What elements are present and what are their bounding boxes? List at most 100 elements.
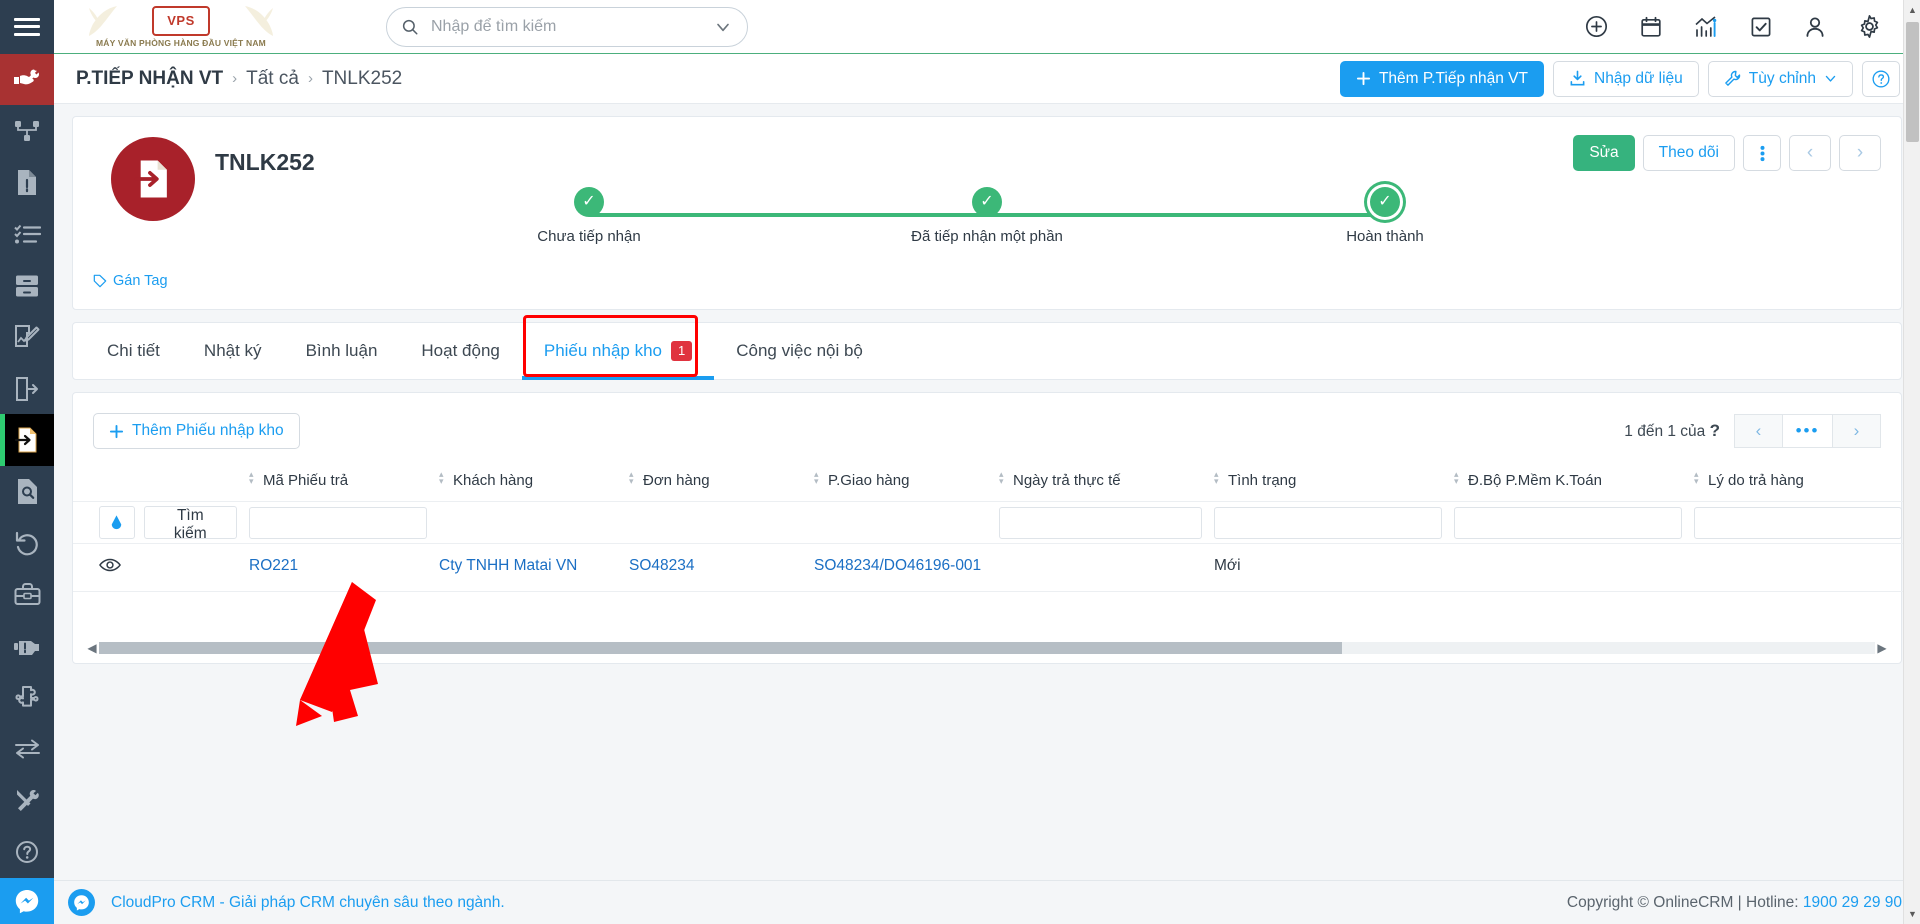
- search-input[interactable]: [429, 16, 713, 37]
- follow-button[interactable]: Theo dõi: [1642, 135, 1735, 171]
- th-p-giao-hang[interactable]: ▴ ▾ P.Giao hàng: [808, 463, 993, 502]
- th-don-hang[interactable]: ▴ ▾ Đơn hàng: [623, 463, 808, 502]
- gear-icon[interactable]: [1857, 14, 1882, 39]
- row-spacer-cell: [173, 543, 243, 592]
- sidebar-item-engine-alert[interactable]: [0, 620, 54, 671]
- user-icon[interactable]: [1803, 15, 1827, 39]
- sidebar-item-document-alert[interactable]: [0, 157, 54, 208]
- import-icon: [1570, 70, 1585, 86]
- more-actions-button[interactable]: [1743, 135, 1781, 171]
- stage-2[interactable]: ✓ Đã tiếp nhận một phần: [897, 187, 1077, 245]
- brand-mark: VPS: [152, 5, 210, 36]
- sort-icon: ▴ ▾: [1214, 469, 1219, 486]
- pagination-prev-button[interactable]: ‹: [1734, 414, 1783, 448]
- search-box[interactable]: [386, 6, 748, 47]
- filter-dbo-pmem-ktoan[interactable]: [1454, 506, 1682, 539]
- sidebar-item-document-edit[interactable]: [0, 311, 54, 362]
- filter-tinh-trang[interactable]: [1214, 506, 1442, 539]
- grid-scroll-track[interactable]: [99, 642, 1875, 654]
- table-row[interactable]: RO221 Cty TNHH Matai VN SO48234 SO48234/…: [73, 543, 1908, 592]
- toolbox-icon: [14, 583, 40, 606]
- sidebar-item-puzzle[interactable]: [0, 672, 54, 723]
- sidebar-item-service[interactable]: [0, 54, 54, 106]
- breadcrumb-module[interactable]: P.TIẾP NHẬN VT: [76, 68, 223, 90]
- menu-toggle-button[interactable]: [0, 0, 54, 54]
- clear-filter-button[interactable]: [99, 506, 135, 539]
- window-vertical-scrollbar[interactable]: ▲ ▼: [1903, 0, 1920, 924]
- th-ma-phieu-tra[interactable]: ▴ ▾ Mã Phiếu trả: [243, 463, 433, 502]
- grid-horizontal-scrollbar[interactable]: ◀ ▶: [85, 641, 1889, 655]
- transfer-icon: [14, 739, 40, 759]
- sidebar-item-help[interactable]: [0, 826, 54, 877]
- tab-hoat-dong[interactable]: Hoạt động: [399, 323, 521, 379]
- breadcrumb-all[interactable]: Tất cả: [246, 68, 299, 90]
- cell-ngay-tra-thuc-te: [993, 543, 1208, 592]
- prev-record-button[interactable]: ‹: [1789, 135, 1831, 171]
- sidebar-item-checklist[interactable]: [0, 208, 54, 259]
- sidebar-item-document-search[interactable]: [0, 466, 54, 517]
- pagination-more-button[interactable]: •••: [1783, 414, 1832, 448]
- add-record-button[interactable]: Thêm P.Tiếp nhận VT: [1339, 60, 1544, 97]
- sidebar-item-file-cabinet[interactable]: [0, 260, 54, 311]
- plus-icon: [109, 424, 124, 438]
- hotline-link[interactable]: 1900 29 29 90: [1803, 894, 1902, 911]
- sidebar-item-toolbox[interactable]: [0, 569, 54, 620]
- scroll-down-arrow-icon[interactable]: ▼: [1904, 904, 1920, 924]
- next-record-button[interactable]: ›: [1839, 135, 1881, 171]
- th-ly-do-tra-hang[interactable]: ▴ ▾ Lý do trả hàng: [1688, 463, 1908, 502]
- customize-button[interactable]: Tùy chỉnh: [1707, 60, 1853, 97]
- search-icon: [402, 19, 418, 34]
- th-khach-hang[interactable]: ▴ ▾ Khách hàng: [433, 463, 623, 502]
- pagination-next-button[interactable]: ›: [1832, 414, 1881, 448]
- import-data-button[interactable]: Nhập dữ liệu: [1553, 60, 1699, 97]
- tab-binh-luan[interactable]: Bình luận: [284, 323, 400, 379]
- sidebar-item-messenger[interactable]: [0, 877, 54, 924]
- link-p-giao-hang[interactable]: SO48234/DO46196-001: [814, 557, 981, 574]
- th-spacer-actions: [73, 463, 173, 502]
- grid-scroll-thumb[interactable]: [99, 642, 1343, 654]
- filter-ma-phieu-tra[interactable]: [249, 506, 427, 539]
- stage-3[interactable]: ✓ Hoàn thành: [1295, 187, 1475, 245]
- tab-chi-tiet[interactable]: Chi tiết: [85, 323, 182, 379]
- sidebar-item-sitemap[interactable]: [0, 105, 54, 156]
- chart-icon[interactable]: [1693, 15, 1719, 39]
- scroll-left-arrow-icon[interactable]: ◀: [85, 641, 99, 655]
- help-button[interactable]: [1862, 60, 1900, 97]
- stage-1[interactable]: ✓ Chưa tiếp nhận: [499, 187, 679, 245]
- search-button[interactable]: Tìm kiếm: [143, 506, 237, 542]
- link-ma-phieu-tra[interactable]: RO221: [249, 557, 298, 574]
- messenger-icon: [15, 889, 39, 914]
- tab-nhat-ky[interactable]: Nhật ký: [182, 323, 284, 379]
- add-circle-icon[interactable]: [1584, 14, 1609, 39]
- sidebar-item-undo[interactable]: [0, 517, 54, 568]
- messenger-icon[interactable]: [68, 889, 95, 916]
- calendar-icon[interactable]: [1639, 15, 1663, 39]
- global-search: [386, 6, 748, 47]
- sidebar-item-tools[interactable]: [0, 775, 54, 826]
- sidebar-item-transfer[interactable]: [0, 723, 54, 774]
- breadcrumb-sep: ›: [232, 70, 238, 87]
- filter-ly-do-tra-hang[interactable]: [1694, 506, 1902, 539]
- tab-cong-viec-noi-bo[interactable]: Công việc nội bộ: [714, 323, 885, 379]
- scroll-up-arrow-icon[interactable]: ▲: [1904, 0, 1920, 20]
- tab-phieu-nhap-kho[interactable]: Phiếu nhập kho 1: [521, 323, 715, 380]
- task-check-icon[interactable]: [1749, 15, 1773, 39]
- link-don-hang[interactable]: SO48234: [629, 557, 695, 574]
- sidebar-item-document-export[interactable]: [0, 363, 54, 414]
- add-related-button[interactable]: Thêm Phiếu nhập kho: [93, 413, 300, 449]
- assign-tag-button[interactable]: Gán Tag: [93, 273, 168, 289]
- scroll-right-arrow-icon[interactable]: ▶: [1875, 641, 1889, 655]
- footer-product-link[interactable]: CloudPro CRM - Giải pháp CRM chuyên sâu …: [111, 894, 505, 912]
- chevron-down-icon[interactable]: [713, 17, 733, 37]
- body-row: P.TIẾP NHẬN VT › Tất cả › TNLK252 Thêm P…: [0, 54, 1920, 924]
- th-label: Đơn hàng: [643, 472, 710, 489]
- sidebar-item-document-import[interactable]: [0, 414, 54, 467]
- th-ngay-tra-thuc-te[interactable]: ▴ ▾ Ngày trả thực tế: [993, 463, 1208, 502]
- link-khach-hang[interactable]: Cty TNHH Matai VN: [439, 557, 577, 574]
- edit-button[interactable]: Sửa: [1573, 135, 1635, 171]
- filter-ngay-tra-thuc-te[interactable]: [999, 506, 1202, 539]
- view-record-button[interactable]: [79, 557, 121, 578]
- window-scroll-thumb[interactable]: [1906, 22, 1919, 142]
- th-dbo-pmem-ktoan[interactable]: ▴ ▾ Đ.Bộ P.Mềm K.Toán: [1448, 463, 1688, 502]
- th-tinh-trang[interactable]: ▴ ▾ Tình trạng: [1208, 463, 1448, 502]
